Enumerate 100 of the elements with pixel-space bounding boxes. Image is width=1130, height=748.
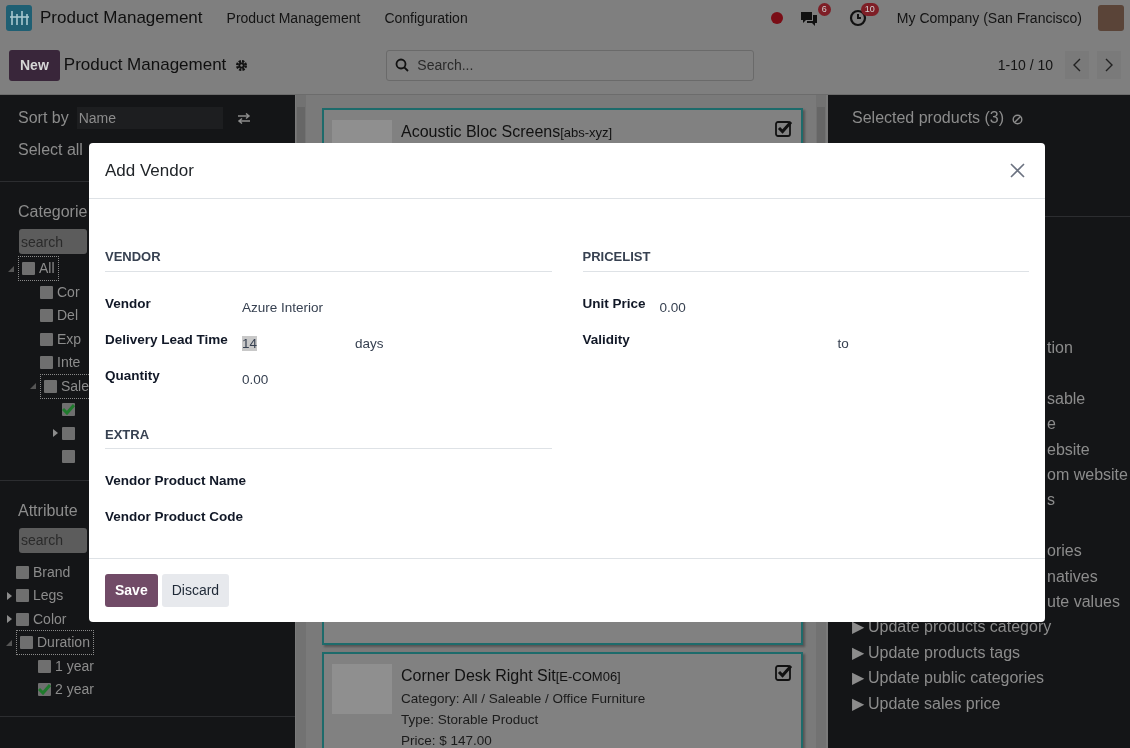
tree-label[interactable]: Inte [57, 352, 81, 374]
unit-label: days [355, 334, 384, 353]
product-card[interactable]: Corner Desk Right Sit[E-COM06] Category: All / Saleable / Office Furniture Type: Storable Product Price: $ 147.00 [322, 652, 803, 748]
checkbox[interactable] [62, 450, 75, 464]
checked-box-icon[interactable] [775, 664, 793, 681]
product-title: Acoustic Bloc Screens[abs-xyz] [401, 122, 614, 142]
checkbox[interactable] [38, 659, 51, 673]
select-all-link[interactable]: Select all [18, 138, 83, 162]
next-button[interactable] [1097, 51, 1121, 79]
field-label: Unit Price [582, 294, 647, 313]
discard-button[interactable]: Discard [161, 574, 230, 607]
field-value[interactable]: Azure Interior [242, 293, 324, 318]
sort-select[interactable]: Name [76, 107, 223, 129]
checkbox[interactable] [20, 636, 33, 650]
action-link[interactable]: s [1047, 487, 1055, 513]
sort-label: Sort by [18, 108, 69, 128]
tree-label[interactable]: Color [33, 608, 67, 630]
field-label: Delivery Lead Time [105, 330, 229, 349]
action-link[interactable]: Update products tags [868, 639, 1021, 666]
gear-icon[interactable] [235, 58, 249, 72]
product-detail: Type: Storable Product [401, 711, 540, 729]
caret-right-icon[interactable] [6, 615, 12, 624]
arrow-glyph: ▶ [852, 642, 864, 663]
caret-right-icon[interactable] [6, 591, 12, 600]
page-title: Product Management [63, 54, 227, 77]
chat-bubbles-icon[interactable] [798, 9, 819, 27]
tree-label[interactable]: Exp [57, 328, 82, 350]
checkbox[interactable] [40, 309, 53, 323]
checkbox[interactable] [40, 285, 53, 299]
notification-count: 6 [817, 3, 831, 16]
app-grid-icon[interactable] [6, 5, 32, 31]
checkbox[interactable] [62, 403, 75, 417]
action-link[interactable]: Update sales price [868, 690, 1001, 717]
action-link[interactable]: ebsite [1047, 436, 1090, 462]
field-value[interactable]: 0.00 [242, 365, 269, 390]
tree-label[interactable]: Legs [33, 585, 64, 607]
status-dot-icon [770, 12, 783, 24]
caret-down-icon[interactable] [8, 265, 14, 272]
chevron-left-icon [1073, 58, 1081, 72]
tree-label[interactable]: 1 year [55, 655, 94, 677]
checkbox[interactable] [44, 379, 57, 393]
action-link[interactable]: sable [1047, 385, 1086, 412]
new-button[interactable]: New [9, 49, 60, 81]
company-name[interactable]: My Company (San Francisco) [896, 7, 1082, 29]
range-separator: to [837, 334, 849, 353]
action-link[interactable]: ute values [1047, 589, 1120, 615]
panel-title: Selected products (3) [852, 108, 1005, 128]
arrow-glyph: ▶ [852, 668, 864, 689]
product-title: Corner Desk Right Sit[E-COM06] [401, 666, 622, 686]
tree-label[interactable]: Brand [33, 561, 71, 583]
checkbox[interactable] [38, 683, 51, 697]
action-link[interactable]: ories [1047, 538, 1082, 564]
section-heading: PRICELIST [582, 247, 1029, 272]
previous-button[interactable] [1065, 51, 1089, 79]
checkbox[interactable] [62, 426, 75, 440]
tree-label[interactable]: 2 year [55, 679, 94, 701]
checkbox[interactable] [40, 332, 53, 346]
no-entry-icon[interactable] [1012, 114, 1024, 125]
menu-link[interactable]: Product Management [226, 7, 361, 29]
caret-right-icon[interactable] [52, 429, 58, 438]
checkbox[interactable] [16, 612, 29, 626]
field-label: Validity [582, 330, 631, 349]
tree-label[interactable]: Cor [57, 281, 80, 303]
save-button[interactable]: Save [105, 574, 158, 607]
menu-link[interactable]: Configuration [384, 7, 468, 29]
tree-label[interactable]: Del [57, 305, 78, 327]
section-heading: VENDOR [105, 247, 552, 272]
section-heading: EXTRA [105, 424, 552, 449]
clock-icon[interactable] [848, 9, 867, 27]
product-detail: Category: All / Saleable / Office Furniture [401, 690, 647, 708]
action-link[interactable]: e [1047, 411, 1056, 437]
pager-value: 1-10 / 10 [997, 55, 1053, 75]
swap-arrows-icon[interactable] [236, 112, 251, 124]
app-name[interactable]: Product Management [40, 5, 203, 31]
product-detail: Price: $ 147.00 [401, 732, 493, 748]
activity-count: 10 [860, 3, 879, 16]
checked-box-icon[interactable] [775, 120, 793, 137]
caret-down-icon[interactable] [6, 639, 12, 646]
checkbox[interactable] [40, 356, 53, 370]
dialog-title: Add Vendor [105, 159, 194, 182]
close-icon [1010, 163, 1025, 178]
field-label: Vendor Product Code [105, 508, 242, 526]
chevron-right-icon [1105, 58, 1113, 72]
action-link[interactable]: Update public categories [868, 665, 1045, 691]
field-label: Quantity [105, 366, 161, 385]
input-field[interactable]: 14 [242, 329, 355, 354]
caret-down-icon[interactable] [30, 383, 36, 390]
search-field[interactable]: Search... [386, 49, 755, 81]
checkbox[interactable] [22, 262, 35, 276]
action-link[interactable]: tion [1047, 335, 1073, 361]
action-link[interactable]: natives [1047, 563, 1098, 590]
field-value[interactable]: 0.00 [659, 293, 686, 318]
attributes-heading: Attribute [18, 500, 78, 521]
arrow-glyph: ▶ [852, 693, 864, 714]
arrow-glyph: ▶ [852, 617, 864, 638]
action-link[interactable]: om website [1047, 462, 1128, 488]
field-label: Vendor [105, 294, 152, 313]
search-icon [395, 57, 410, 72]
checkbox[interactable] [16, 565, 29, 579]
checkbox[interactable] [16, 589, 29, 603]
